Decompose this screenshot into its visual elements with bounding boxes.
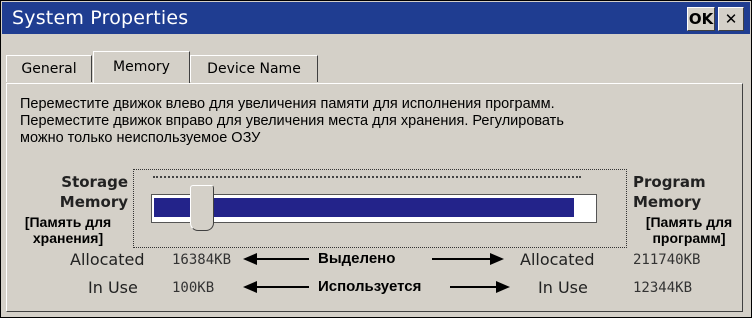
tab-general[interactable]: General [6, 55, 92, 82]
memory-slider-thumb[interactable] [190, 185, 214, 231]
arrow-line-allocated-left [255, 258, 309, 260]
storage-ru-line2: хранения] [32, 230, 104, 246]
slider-ticks [153, 176, 581, 181]
arrow-line-inuse-right [450, 286, 498, 288]
program-memory-label: Program Memory [633, 172, 733, 212]
in-use-value-right: 12344KB [633, 280, 693, 296]
arrow-right-head-inuse [496, 281, 510, 293]
instruction-line-2: Переместите движок вправо для увеличения… [20, 113, 564, 129]
tab-device-name[interactable]: Device Name [190, 55, 318, 82]
tab-memory[interactable]: Memory [93, 51, 190, 83]
storage-label-line2: Memory [59, 193, 128, 211]
storage-annotation: [Память для хранения] [6, 214, 130, 246]
arrow-right-head-allocated [490, 253, 504, 265]
storage-label-line1: Storage [61, 173, 128, 191]
memory-slider-track[interactable] [151, 194, 597, 223]
instruction-line-3: можно только неиспользуемое ОЗУ [20, 130, 261, 146]
in-use-label-right: In Use [538, 278, 588, 297]
program-label-line1: Program [633, 173, 706, 191]
allocated-label-right: Allocated [520, 250, 595, 269]
allocated-annotation: Выделено [318, 250, 396, 267]
program-annotation: [Память для программ] [628, 214, 750, 246]
close-button[interactable]: ✕ [718, 7, 744, 31]
instruction-line-1: Переместите движок влево для увеличения … [20, 96, 555, 112]
program-ru-line1: [Память для [645, 214, 733, 230]
arrow-line-allocated-right [432, 258, 492, 260]
storage-memory-label: Storage Memory [40, 172, 128, 212]
window-title: System Properties [12, 7, 189, 29]
storage-ru-line1: [Память для [24, 214, 112, 230]
allocated-value-right: 211740KB [633, 252, 701, 268]
ok-button[interactable]: OK [687, 7, 715, 31]
title-bar: System Properties OK ✕ [2, 2, 750, 34]
in-use-annotation: Используется [318, 278, 422, 295]
in-use-value-left: 100KB [172, 280, 215, 296]
program-label-line2: Memory [633, 193, 702, 211]
allocated-value-left: 16384KB [172, 252, 232, 268]
instruction-text: Переместите движок влево для увеличения … [20, 96, 740, 147]
program-ru-line2: программ] [652, 230, 726, 246]
arrow-line-inuse-left [255, 286, 309, 288]
slider-fill [154, 198, 574, 217]
allocated-label-left: Allocated [70, 250, 145, 269]
in-use-label-left: In Use [88, 278, 138, 297]
